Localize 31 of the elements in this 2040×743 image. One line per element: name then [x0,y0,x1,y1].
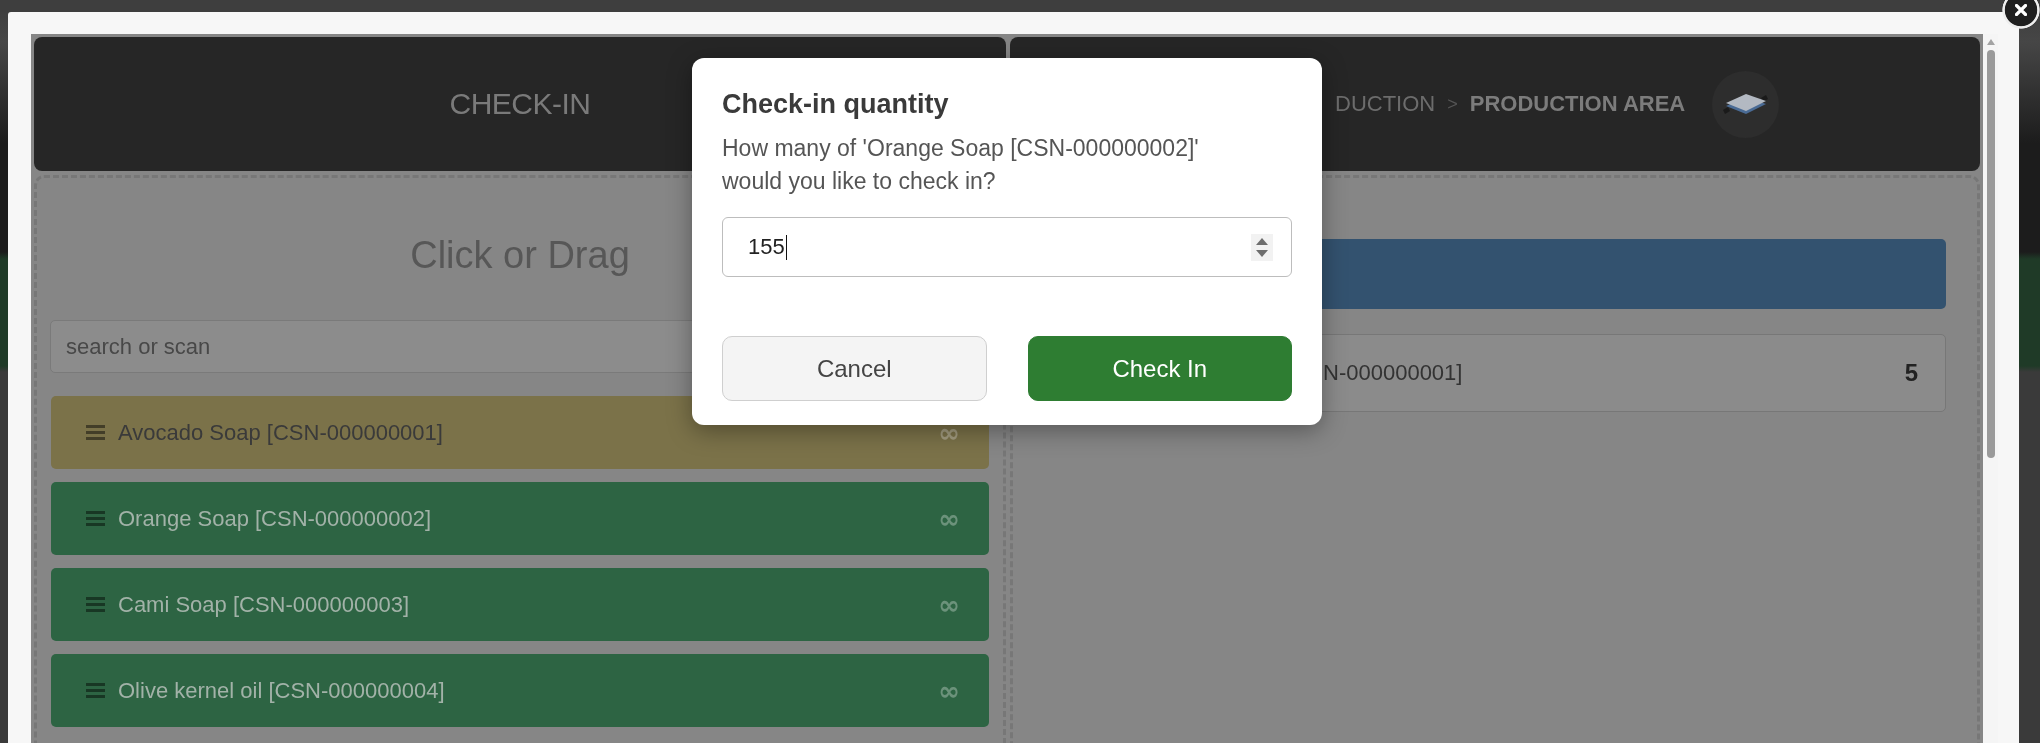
close-button[interactable] [2002,0,2040,29]
panel-title: CHECK-IN [449,87,591,121]
product-item[interactable]: Orange Soap [CSN-000000002] ∞ [51,482,989,555]
stock-quantity: ∞ [938,675,960,706]
product-name: Avocado Soap [CSN-000000001] [118,419,443,446]
product-name: Orange Soap [CSN-000000002] [118,505,432,532]
quantity-input[interactable]: 155 [722,217,1292,277]
layer-icon [1712,70,1780,138]
product-name: Cami Soap [CSN-000000003] [118,591,410,618]
breadcrumb-item[interactable]: PRODUCTION AREA [1469,91,1686,117]
hamburger-icon [86,511,105,526]
check-in-button[interactable]: Check In [1027,336,1292,401]
hamburger-icon [86,425,105,440]
breadcrumb-separator: > [1447,93,1458,115]
item-quantity: 5 [1904,359,1918,387]
product-name: Olive kernel oil [CSN-000000004] [118,677,445,704]
spinner-icon[interactable] [1251,233,1273,261]
product-item[interactable]: Cami Soap [CSN-000000003] ∞ [51,568,989,641]
close-icon[interactable] [2015,4,2027,16]
hamburger-icon [86,683,105,698]
text-cursor-icon [785,234,787,260]
product-item[interactable]: Olive kernel oil [CSN-000000004] ∞ [51,654,989,727]
cancel-button[interactable]: Cancel [722,336,987,401]
hamburger-icon [86,597,105,612]
scrollbar-thumb[interactable] [1986,50,1995,458]
stock-quantity: ∞ [938,589,960,620]
stock-quantity: ∞ [938,503,960,534]
stock-quantity: ∞ [938,417,960,448]
breadcrumb-item[interactable]: DUCTION [1335,91,1436,117]
dialog-title: Check-in quantity [722,88,950,121]
item-label: N-000000001] [1323,360,1463,386]
